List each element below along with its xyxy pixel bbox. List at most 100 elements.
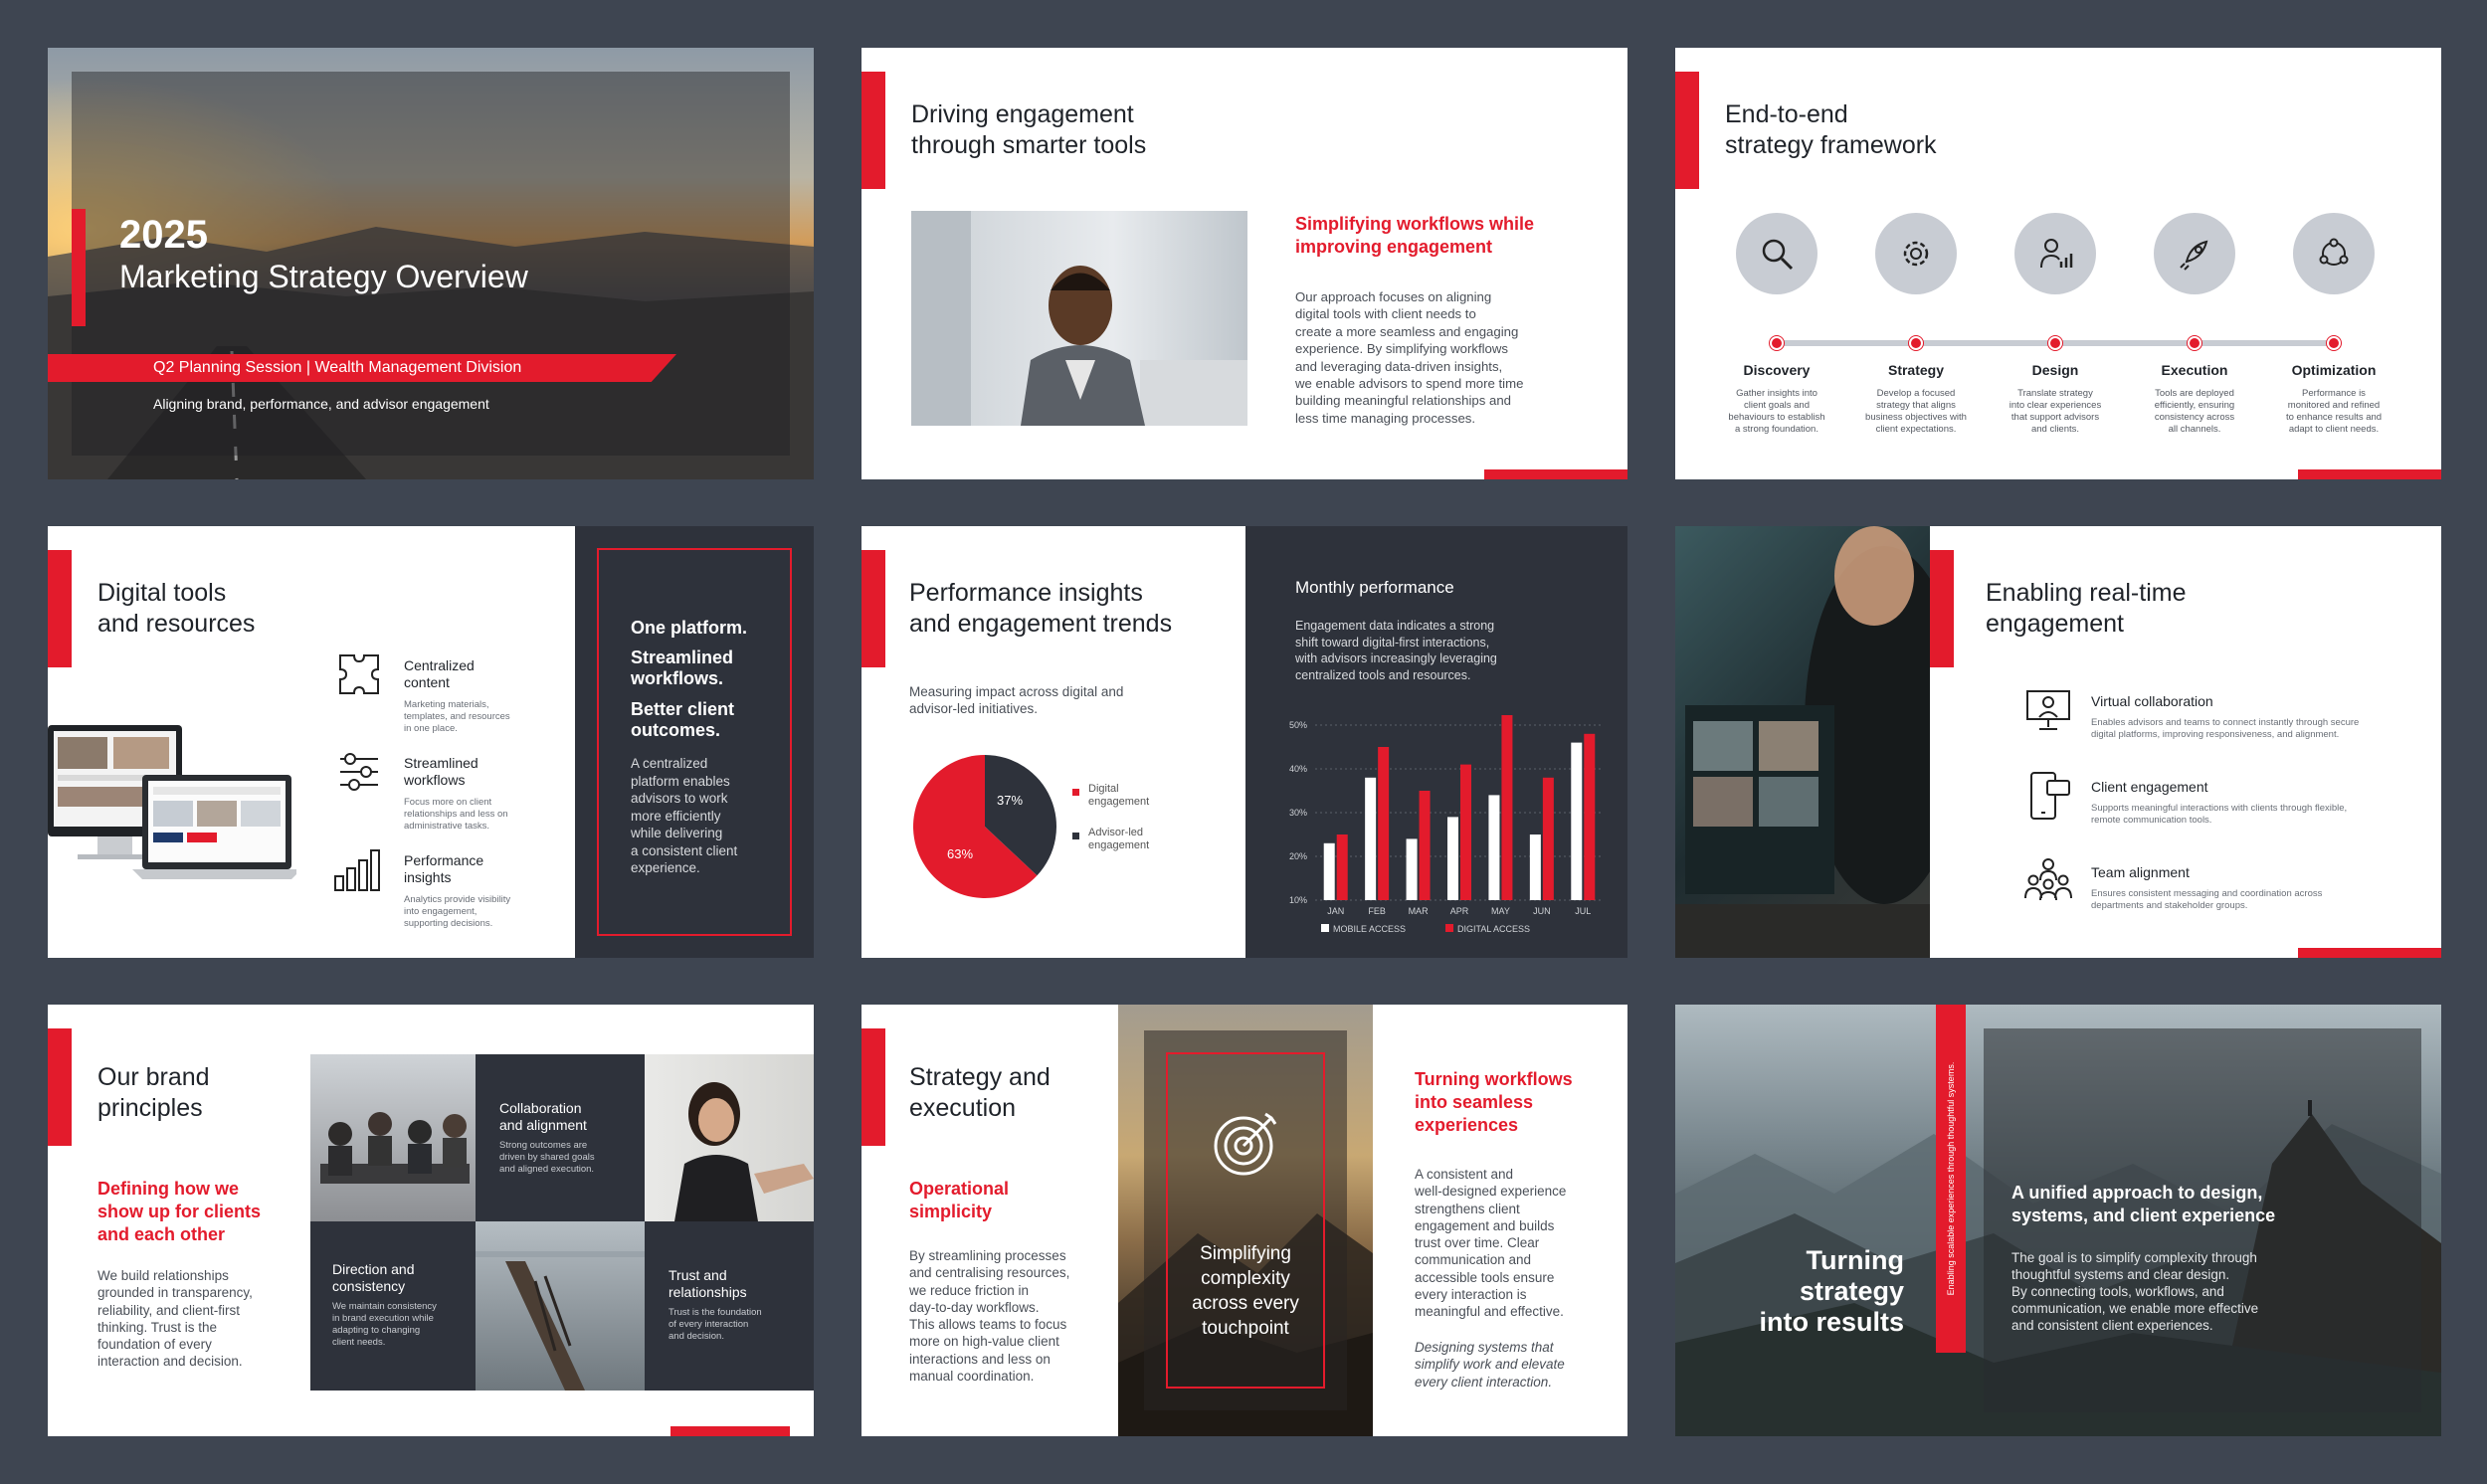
feature-desc: Ensures consistent messaging and coordin… (2091, 888, 2323, 911)
gear-icon (1903, 241, 1929, 267)
step-execution (2154, 213, 2235, 294)
timeline-dot (2327, 336, 2341, 350)
slide-subtitle: Defining how we show up for clients and … (97, 1179, 262, 1244)
slide-title: Strategy and execution (909, 1063, 1051, 1122)
slide-accent-bar (1930, 550, 1954, 667)
legend-label-advisor: Advisor-led engagement (1088, 827, 1150, 851)
slide-corner-accent (2298, 948, 2441, 958)
step-name: Optimization (2291, 362, 2377, 378)
y-tick-label: 50% (1289, 720, 1307, 730)
platform-panel-frame (597, 548, 792, 936)
y-tick-label: 20% (1289, 851, 1307, 861)
step-desc: Tools are deployed efficiently, ensuring… (2154, 388, 2235, 435)
slide-digital-tools[interactable]: Digital tools and resources Centralized … (48, 526, 814, 958)
legend-swatch (1445, 924, 1453, 932)
cover-year: 2025 (119, 213, 208, 257)
x-tick-label: FEB (1368, 906, 1386, 916)
cover-tagline: Aligning brand, performance, and advisor… (153, 396, 489, 412)
bar-mobile (1406, 838, 1418, 900)
legend-swatch-digital (1072, 789, 1079, 796)
legend-swatch (1321, 924, 1329, 932)
slide-corner-accent (670, 1426, 790, 1436)
slide-title: Our brand principles (97, 1063, 210, 1122)
x-tick-label: APR (1450, 906, 1469, 916)
y-tick-label: 10% (1289, 895, 1307, 905)
slide-title: Enabling real-time engagement (1986, 579, 2187, 638)
slide-body: We build relationships grounded in trans… (97, 1268, 253, 1370)
slide-strategy-execution[interactable]: Strategy and execution Operational simpl… (861, 1005, 1627, 1436)
legend-swatch-advisor (1072, 833, 1079, 839)
step-design (2014, 213, 2096, 294)
bar-mobile (1447, 817, 1458, 900)
slide-cover[interactable]: 2025 Marketing Strategy Overview Q2 Plan… (48, 48, 814, 479)
slide-brand-principles[interactable]: Our brand principles Defining how we sho… (48, 1005, 814, 1436)
slide-performance-insights[interactable]: Performance insights and engagement tren… (861, 526, 1627, 958)
bar-digital (1419, 791, 1431, 900)
slide-title: Digital tools and resources (97, 579, 256, 638)
timeline-dot (1770, 336, 1784, 350)
x-tick-label: JUL (1575, 906, 1591, 916)
handshake-photo (645, 1054, 814, 1221)
feature-name: Performance insights (404, 852, 484, 885)
video-call-photo (1675, 526, 1930, 958)
feature-desc: Focus more on client relationships and l… (404, 797, 508, 832)
feature-name: Team alignment (2091, 864, 2190, 880)
slide-body: Our approach focuses on aligning digital… (1295, 289, 1524, 426)
team-meeting-photo (310, 1054, 476, 1221)
bar-mobile (1529, 835, 1541, 900)
tile-title: Collaboration and alignment (499, 1100, 587, 1133)
panel-body: A centralized platform enables advisors … (631, 756, 738, 875)
feature-desc: Enables advisors and teams to connect in… (2091, 717, 2360, 740)
tile-desc: Trust is the foundation of every interac… (669, 1307, 762, 1342)
slide-accent-bar (861, 72, 885, 189)
cover-title: Marketing Strategy Overview (119, 259, 528, 294)
slide-accent-bar (48, 550, 72, 667)
tile-title: Trust and relationships (669, 1267, 747, 1300)
rocket-icon (2180, 240, 2208, 271)
right-body: A consistent and well-designed experienc… (1415, 1167, 1567, 1320)
step-strategy (1875, 213, 1957, 294)
feature-name: Centralized content (404, 657, 475, 690)
slide-corner-accent (1484, 469, 1627, 479)
phone-chat-icon (2030, 772, 2070, 820)
tile-desc: Strong outcomes are driven by shared goa… (499, 1140, 595, 1175)
monthly-performance-bar-chart: 10% 20% 30% 40% 50% JAN FEB MAR APR MAY JUN JUL MOBI… (1289, 715, 1604, 934)
slide-corner-accent (2298, 469, 2441, 479)
sliders-icon (340, 753, 378, 791)
slide-subtitle: Operational simplicity (909, 1179, 1010, 1221)
step-name: Execution (2161, 362, 2228, 378)
legend-label-digital: Digital engagement (1088, 783, 1150, 808)
legend-label: DIGITAL ACCESS (1457, 924, 1530, 934)
bar-mobile (1571, 742, 1583, 900)
panel-body: The goal is to simplify complexity throu… (2011, 1250, 2259, 1333)
slide-accent-bar (861, 1028, 885, 1146)
feature-desc: Analytics provide visibility into engage… (404, 894, 511, 929)
monthly-performance-panel: Monthly performance Engagement data indi… (1245, 526, 1627, 958)
panel-title: A unified approach to design, systems, a… (2011, 1183, 2276, 1225)
tile-title: Direction and consistency (332, 1261, 415, 1294)
magnifier-icon (1762, 239, 1794, 271)
panel-line3: Better client outcomes. (631, 699, 735, 740)
slide-real-time-engagement[interactable]: Enabling real-time engagement Virtual co… (1675, 526, 2441, 958)
legend-label: MOBILE ACCESS (1333, 924, 1406, 934)
bar-digital (1501, 715, 1513, 900)
slide-title: Performance insights and engagement tren… (909, 579, 1173, 638)
engagement-pie-chart (913, 755, 1056, 898)
rowing-boats-photo (476, 1221, 645, 1391)
bar-mobile (1488, 795, 1500, 900)
panel-line1: One platform. (631, 618, 748, 638)
slide-title: Driving engagement through smarter tools (911, 100, 1147, 159)
right-quote: Designing systems that simplify work and… (1415, 1340, 1565, 1390)
step-name: Discovery (1743, 362, 1811, 378)
x-tick-label: MAR (1409, 906, 1430, 916)
platform-panel: One platform. Streamlined workflows. Bet… (575, 526, 814, 958)
feature-name: Streamlined workflows (404, 755, 478, 788)
slide-accent-bar (48, 1028, 72, 1146)
slide-strategy-framework[interactable]: End-to-end strategy framework Discovery … (1675, 48, 2441, 479)
pie-label-advisor-pct: 37% (997, 793, 1024, 808)
bar-digital (1336, 835, 1348, 900)
slide-turning-strategy[interactable]: Enabling scalable experiences through th… (1675, 1005, 2441, 1436)
right-title: Turning workflows into seamless experien… (1415, 1069, 1573, 1135)
slide-engagement-tools[interactable]: Driving engagement through smarter tools… (861, 48, 1627, 479)
slide-accent-bar (861, 550, 885, 667)
